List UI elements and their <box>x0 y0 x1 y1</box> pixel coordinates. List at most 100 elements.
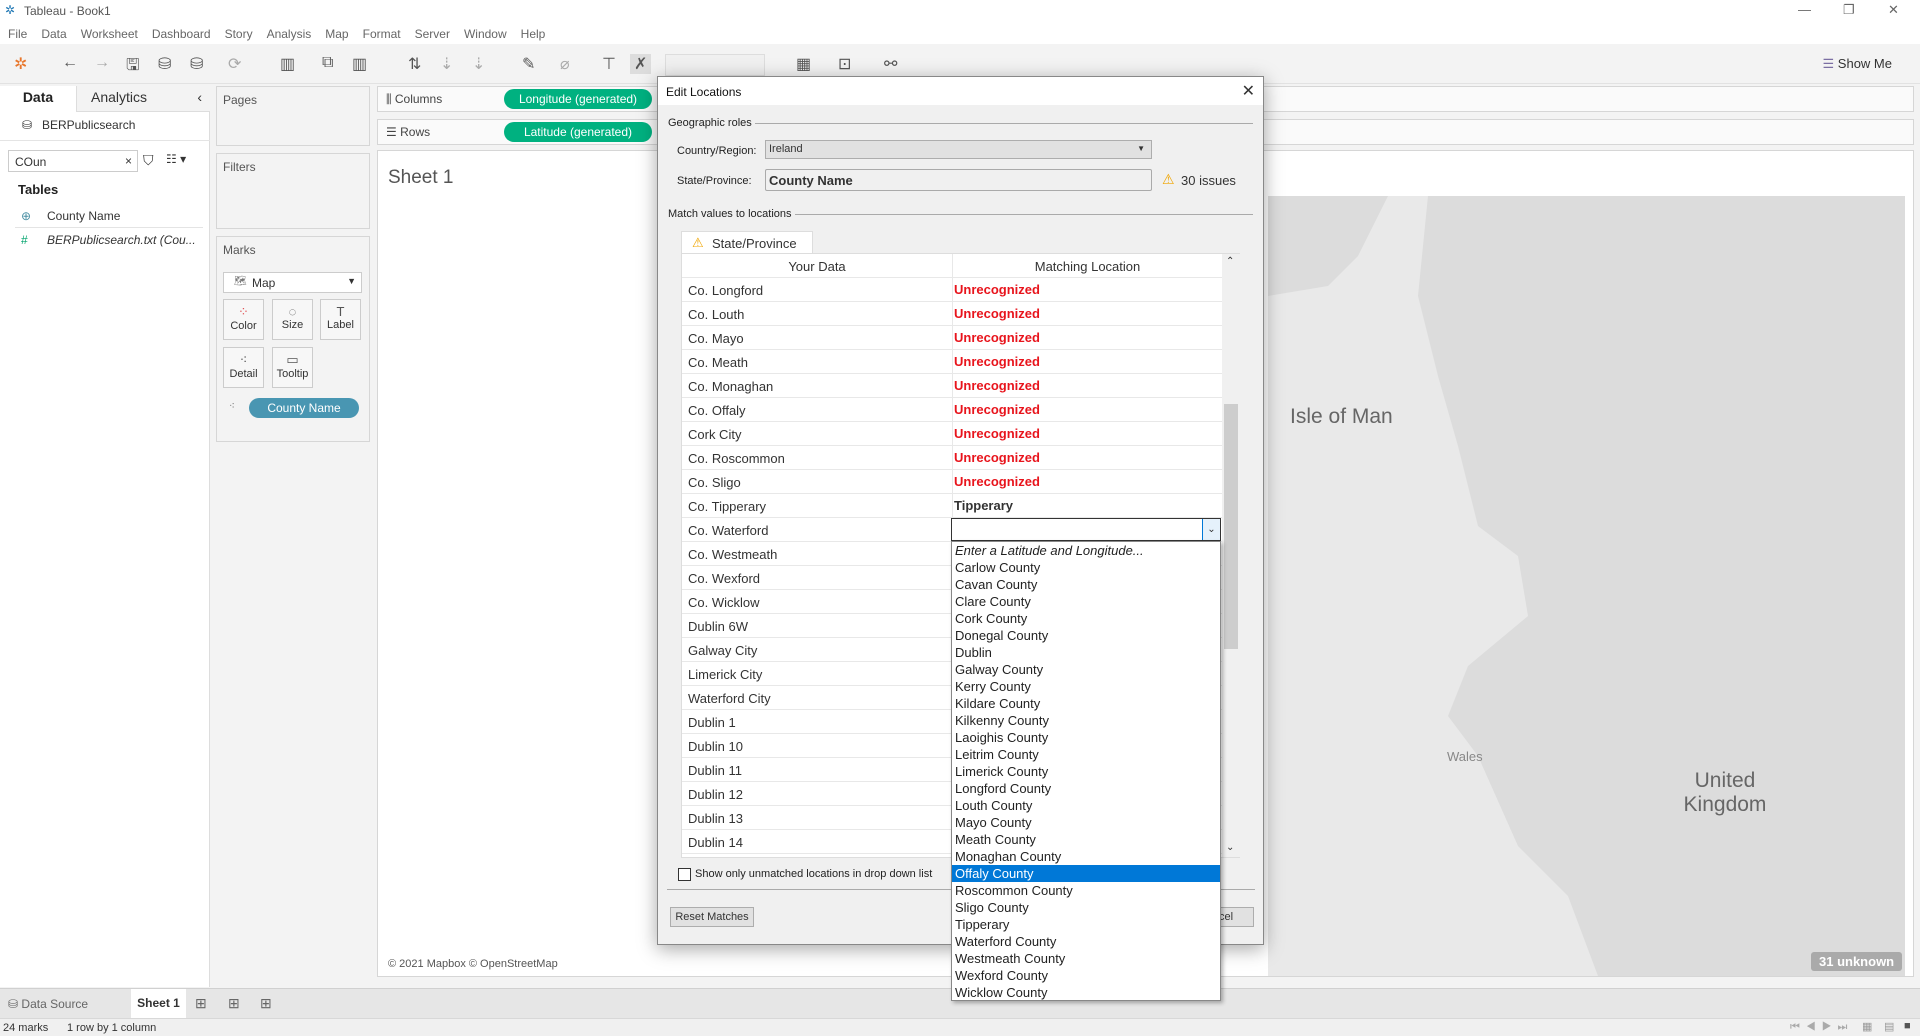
field-search-input[interactable]: COun × <box>8 150 138 172</box>
new-worksheet-icon[interactable]: ⊞ <box>195 995 207 1012</box>
matching-location-combobox[interactable]: ⌄ <box>951 518 1221 541</box>
dropdown-option[interactable]: Longford County <box>952 780 1220 797</box>
menu-help[interactable]: Help <box>521 27 546 41</box>
data-source-tab[interactable]: ⛁ Data Source <box>8 997 88 1011</box>
group-icon[interactable]: ⌀ <box>560 54 570 74</box>
matching-location-cell[interactable]: Unrecognized <box>954 450 1040 465</box>
dropdown-option[interactable]: Mayo County <box>952 814 1220 831</box>
swap-icon[interactable]: ⇅ <box>408 54 421 74</box>
dropdown-option[interactable]: Tipperary <box>952 916 1220 933</box>
matching-location-cell[interactable]: Unrecognized <box>954 402 1040 417</box>
filter-icon[interactable]: ⛉ <box>143 152 154 169</box>
matching-location-cell[interactable]: Unrecognized <box>954 330 1040 345</box>
show-labels-icon[interactable]: ⊤ <box>602 54 616 74</box>
map[interactable]: Isle of Man Wales United Kingdom 31 unkn… <box>1268 196 1905 976</box>
dropdown-option[interactable]: Kerry County <box>952 678 1220 695</box>
field-record-count[interactable]: # BERPublicsearch.txt (Cou... <box>15 228 203 252</box>
redo-icon[interactable]: → <box>94 54 110 72</box>
dropdown-option[interactable]: Wexford County <box>952 967 1220 984</box>
color-button[interactable]: ⁘ Color <box>223 299 264 340</box>
dropdown-option[interactable]: Westmeath County <box>952 950 1220 967</box>
menu-dashboard[interactable]: Dashboard <box>152 27 211 41</box>
save-icon[interactable]: 🖫 <box>126 54 140 81</box>
dropdown-option[interactable]: Donegal County <box>952 627 1220 644</box>
dropdown-option[interactable]: Cork County <box>952 610 1220 627</box>
show-me-button[interactable]: ☰ Show Me <box>1823 56 1892 72</box>
sort-descending-icon[interactable]: ⇣ <box>472 54 485 74</box>
dropdown-option[interactable]: Offaly County <box>952 865 1220 882</box>
scroll-down-icon[interactable]: ⌄ <box>1226 842 1234 853</box>
matching-location-cell[interactable]: Unrecognized <box>954 474 1040 489</box>
tableau-home-icon[interactable]: ✲ <box>14 54 27 74</box>
collapse-icon[interactable]: ‹ <box>197 89 202 105</box>
dropdown-option[interactable]: Monaghan County <box>952 848 1220 865</box>
dropdown-option[interactable]: Cavan County <box>952 576 1220 593</box>
dropdown-option[interactable]: Carlow County <box>952 559 1220 576</box>
dropdown-option[interactable]: Enter a Latitude and Longitude... <box>952 542 1220 559</box>
sheet-1-tab[interactable]: Sheet 1 <box>131 989 186 1018</box>
matching-location-cell[interactable]: Tipperary <box>954 498 1013 513</box>
tab-state-province[interactable]: ⚠ State/Province <box>681 231 813 254</box>
new-datasource-icon[interactable]: ⛁ <box>158 54 171 74</box>
dropdown-option[interactable]: Dublin <box>952 644 1220 661</box>
scrollbar[interactable]: ⌃ ⌄ <box>1222 254 1240 857</box>
detail-button[interactable]: ⁖ Detail <box>223 347 264 388</box>
minimize-button[interactable]: — <box>1798 2 1811 17</box>
dropdown-option[interactable]: Kildare County <box>952 695 1220 712</box>
highlight-icon[interactable]: ✎ <box>522 54 535 74</box>
state-field[interactable]: County Name <box>765 169 1152 191</box>
dropdown-option[interactable]: Galway County <box>952 661 1220 678</box>
mark-type-dropdown[interactable]: 🗺 Map ▼ <box>223 272 362 293</box>
show-cards-icon[interactable]: ▦ <box>796 54 811 74</box>
dropdown-option[interactable]: Limerick County <box>952 763 1220 780</box>
longitude-pill[interactable]: Longitude (generated) <box>504 89 652 109</box>
menu-map[interactable]: Map <box>325 27 348 41</box>
issues-link[interactable]: 30 issues <box>1181 173 1236 188</box>
matching-location-cell[interactable]: Unrecognized <box>954 282 1040 297</box>
new-story-icon[interactable]: ⊞ <box>260 995 272 1012</box>
close-dialog-icon[interactable]: ✕ <box>1242 81 1255 101</box>
fix-axes-icon[interactable]: ✗ <box>630 54 652 74</box>
county-name-detail-pill[interactable]: County Name <box>249 398 359 418</box>
new-dashboard-icon[interactable]: ⊞ <box>228 995 240 1012</box>
label-button[interactable]: T Label <box>320 299 361 340</box>
menu-window[interactable]: Window <box>464 27 507 41</box>
field-county-name[interactable]: ⊕ County Name <box>15 204 203 228</box>
dropdown-option[interactable]: Louth County <box>952 797 1220 814</box>
col-your-data[interactable]: Your Data <box>682 259 952 274</box>
pause-updates-icon[interactable]: ⛁ <box>190 54 203 74</box>
presentation-mode-icon[interactable]: ⊡ <box>838 54 851 74</box>
single-view-icon[interactable]: ■ <box>1904 1020 1911 1032</box>
share-icon[interactable]: ⚯ <box>884 54 897 74</box>
dropdown-option[interactable]: Meath County <box>952 831 1220 848</box>
tab-data[interactable]: Data <box>0 86 76 110</box>
menu-server[interactable]: Server <box>415 27 450 41</box>
tab-analytics[interactable]: Analytics ‹ <box>76 86 210 112</box>
matching-location-cell[interactable]: Unrecognized <box>954 426 1040 441</box>
col-matching-location[interactable]: Matching Location <box>952 259 1222 274</box>
unknown-indicator[interactable]: 31 unknown <box>1811 952 1903 971</box>
refresh-icon[interactable]: ⟳ <box>228 54 241 74</box>
dropdown-option[interactable]: Kilkenny County <box>952 712 1220 729</box>
reset-matches-button[interactable]: Reset Matches <box>670 907 754 927</box>
fit-dropdown[interactable] <box>665 54 765 76</box>
scrollbar-thumb[interactable] <box>1224 404 1238 649</box>
grid-view-icon[interactable]: ▦ <box>1862 1020 1872 1033</box>
dropdown-option[interactable]: Clare County <box>952 593 1220 610</box>
matching-location-cell[interactable]: Unrecognized <box>954 378 1040 393</box>
matching-location-cell[interactable]: Unrecognized <box>954 354 1040 369</box>
undo-icon[interactable]: ← <box>62 54 78 72</box>
pages-card[interactable]: Pages <box>216 86 370 146</box>
menu-data[interactable]: Data <box>41 27 66 41</box>
dropdown-option[interactable]: Roscommon County <box>952 882 1220 899</box>
matching-location-cell[interactable]: Unrecognized <box>954 306 1040 321</box>
tooltip-button[interactable]: ▭ Tooltip <box>272 347 313 388</box>
close-window-button[interactable]: ✕ <box>1888 2 1899 18</box>
unmatched-only-checkbox[interactable] <box>678 868 691 881</box>
view-options-icon[interactable]: ☷ ▾ <box>166 152 186 166</box>
menu-file[interactable]: File <box>8 27 27 41</box>
scroll-up-icon[interactable]: ⌃ <box>1226 256 1234 267</box>
filters-card[interactable]: Filters <box>216 153 370 229</box>
clear-sheet-icon[interactable]: ▥ <box>352 54 367 74</box>
datasource-name[interactable]: BERPublicsearch <box>42 118 135 132</box>
